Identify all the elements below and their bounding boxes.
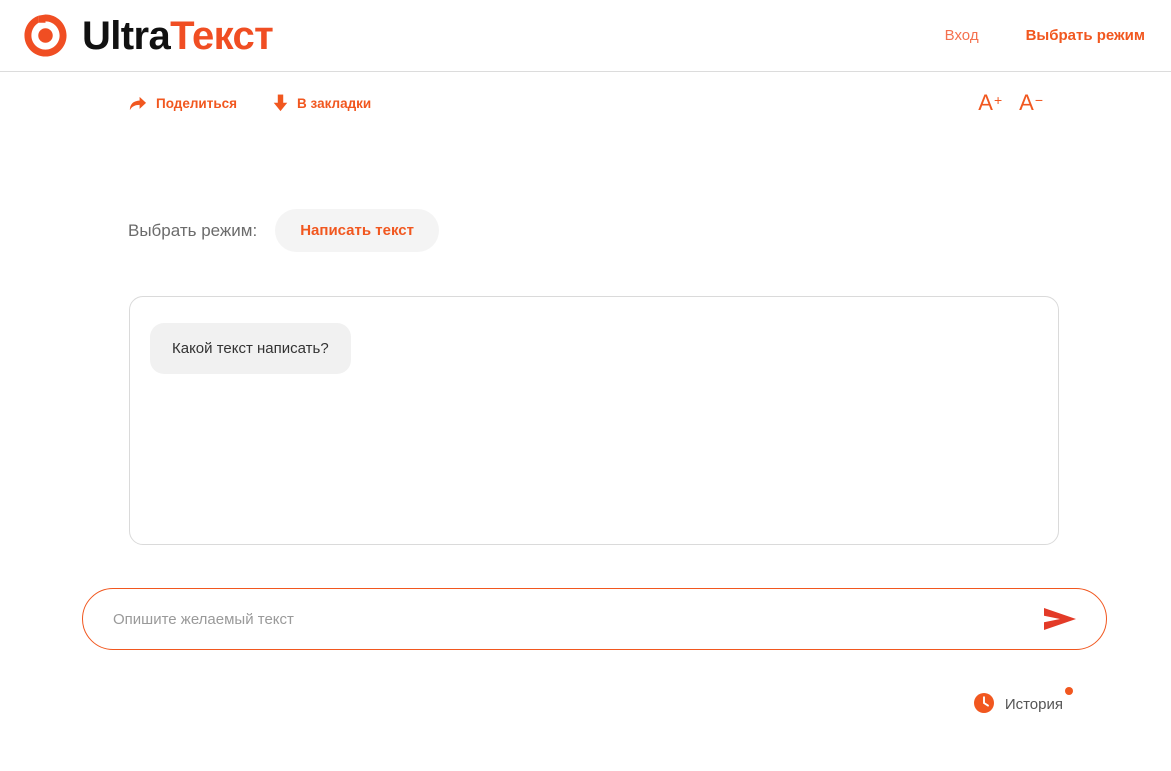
font-increase-button[interactable]: A +	[978, 90, 1003, 115]
font-decrease-letter: A	[1019, 90, 1034, 115]
brand-logo[interactable]: UltraТекст	[22, 12, 274, 59]
prompt-input[interactable]	[113, 589, 1036, 649]
bookmark-button[interactable]: В закладки	[273, 94, 371, 112]
history-row: История	[0, 687, 1171, 717]
font-decrease-button[interactable]: A −	[1019, 90, 1043, 115]
brand-word-tekst: Текст	[170, 13, 274, 58]
share-button[interactable]: Поделиться	[128, 94, 237, 113]
history-badge-dot	[1065, 687, 1073, 695]
header-nav: Вход Выбрать режим	[945, 27, 1145, 44]
brand-word-ultra: Ultra	[82, 13, 171, 58]
download-arrow-icon	[273, 94, 288, 112]
send-button[interactable]	[1036, 606, 1084, 632]
assistant-message-bubble: Какой текст написать?	[150, 323, 351, 374]
history-button-label: История	[1004, 696, 1063, 713]
clock-icon	[973, 692, 995, 717]
nav-login-link[interactable]: Вход	[945, 27, 979, 44]
font-increase-sign: +	[993, 92, 1003, 108]
app-header: UltraТекст Вход Выбрать режим	[0, 0, 1171, 72]
toolbar-actions: Поделиться В закладки	[128, 94, 371, 113]
send-arrow-icon	[1042, 606, 1078, 632]
bookmark-button-label: В закладки	[297, 95, 372, 111]
page-toolbar: Поделиться В закладки A + A −	[0, 72, 1171, 134]
main-content: Выбрать режим: Написать текст Какой текс…	[0, 209, 1171, 717]
mode-selector-value-button[interactable]: Написать текст	[275, 209, 439, 252]
brand-wordmark: UltraТекст	[82, 13, 274, 58]
mode-selector-label: Выбрать режим:	[128, 220, 258, 240]
font-decrease-sign: −	[1034, 92, 1043, 108]
share-button-label: Поделиться	[156, 95, 238, 111]
font-increase-letter: A	[978, 90, 993, 115]
target-ring-icon	[22, 12, 69, 59]
mode-selector-row: Выбрать режим: Написать текст	[0, 209, 1171, 252]
prompt-bar[interactable]	[82, 588, 1107, 650]
font-size-controls: A + A −	[978, 92, 1147, 114]
history-button[interactable]: История	[973, 687, 1073, 717]
share-arrow-icon	[128, 94, 147, 113]
nav-select-mode-link[interactable]: Выбрать режим	[1026, 27, 1145, 44]
conversation-panel: Какой текст написать?	[129, 296, 1059, 545]
